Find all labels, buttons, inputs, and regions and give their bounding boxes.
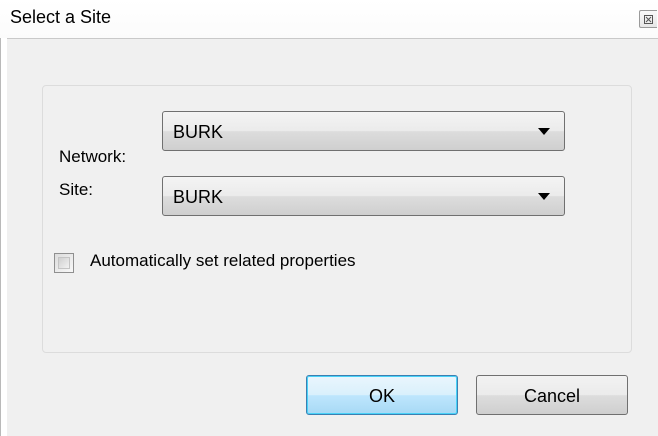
divider	[7, 38, 658, 39]
network-value: BURK	[173, 122, 224, 142]
close-icon	[644, 15, 653, 24]
close-button[interactable]	[639, 10, 657, 28]
site-label: Site:	[59, 180, 94, 199]
network-dropdown[interactable]: BURK	[162, 111, 565, 151]
auto-set-label[interactable]: Automatically set related properties	[90, 251, 356, 271]
chevron-down-icon	[538, 193, 550, 200]
cancel-button[interactable]: Cancel	[476, 375, 628, 415]
auto-set-checkbox[interactable]	[54, 253, 74, 273]
site-value: BURK	[173, 187, 224, 207]
chevron-down-icon	[538, 128, 550, 135]
site-dropdown[interactable]: BURK	[162, 176, 565, 216]
select-site-dialog: Select a Site Network: BURK Site: BURK A…	[0, 0, 658, 436]
dialog-title: Select a Site	[10, 7, 112, 27]
window-frame-left	[0, 38, 7, 436]
ok-button[interactable]: OK	[306, 375, 458, 415]
network-label: Network:	[59, 147, 127, 166]
title-bar: Select a Site	[0, 0, 658, 38]
